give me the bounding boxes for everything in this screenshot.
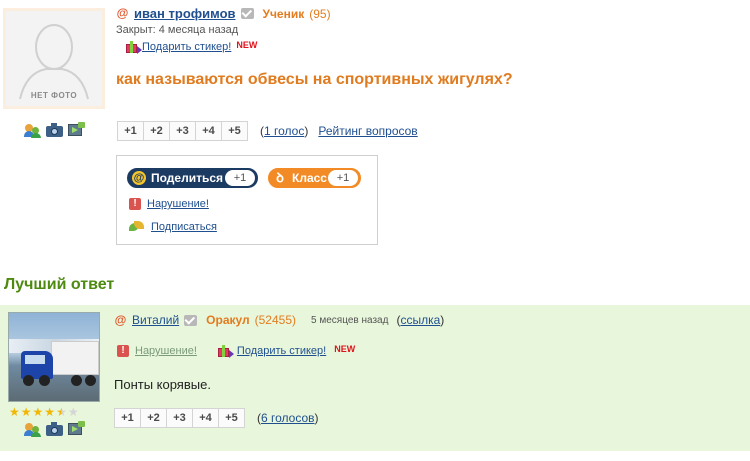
best-answer-heading: Лучший ответ <box>4 276 115 293</box>
gift-sticker: Подарить стикер! NEW <box>125 40 257 54</box>
question-vote-row: +1 +2 +3 +4 +5 (1 голос) Рейтинг вопросо… <box>117 121 418 141</box>
share-box: @ Поделиться +1 ꝺ Класс +1 ! Нарушение! … <box>116 155 378 245</box>
star-half-icon: ★ <box>56 405 67 419</box>
star-empty-icon: ★ <box>67 405 79 419</box>
at-icon: @ <box>114 312 127 327</box>
video-icon[interactable] <box>68 421 85 436</box>
odnoklassniki-icon: ꝺ <box>276 170 284 185</box>
vote-plus1-button[interactable]: +1 <box>114 408 141 428</box>
author-name[interactable]: иван трофимов <box>134 6 236 21</box>
rating-stars: ★ ★ ★ ★ ★ ★ <box>9 406 79 418</box>
answer-text: Понты корявые. <box>114 377 211 392</box>
users-icon[interactable] <box>24 420 41 437</box>
answer-author-rank: Оракул <box>206 313 250 327</box>
gift-icon[interactable] <box>217 344 234 358</box>
vote-plus1-button[interactable]: +1 <box>117 121 144 141</box>
vote-count-link[interactable]: 1 голос <box>264 124 304 138</box>
share-icon: @ <box>132 171 146 185</box>
answer-author-photo[interactable] <box>8 312 100 402</box>
camera-icon[interactable] <box>46 123 63 137</box>
star-icon: ★ <box>20 405 32 419</box>
question-author-line: @ иван трофимов Ученик (95) <box>116 6 331 21</box>
users-icon[interactable] <box>24 121 41 138</box>
class-count: +1 <box>328 170 358 186</box>
vote-plus3-button[interactable]: +3 <box>169 121 196 141</box>
vote-plus2-button[interactable]: +2 <box>140 408 167 428</box>
answer-gift-sticker-link[interactable]: Подарить стикер! <box>237 345 326 357</box>
vote-meta: (1 голос) Рейтинг вопросов <box>260 124 418 138</box>
mail-icon[interactable] <box>184 314 198 326</box>
author-rank: Ученик <box>262 6 305 21</box>
question-title: как называются обвесы на спортивных жигу… <box>116 71 513 88</box>
new-badge: NEW <box>236 40 258 50</box>
author-actions <box>24 121 85 138</box>
answer-link-wrapper: (ссылка) <box>396 313 445 327</box>
no-photo-label: НЕТ ФОТО <box>30 91 78 100</box>
share-button[interactable]: @ Поделиться +1 <box>127 168 258 188</box>
warning-icon: ! <box>117 345 129 357</box>
video-icon[interactable] <box>68 122 85 137</box>
class-button[interactable]: ꝺ Класс +1 <box>268 168 361 188</box>
answer-author-points: (52455) <box>254 313 297 327</box>
star-icon: ★ <box>32 405 44 419</box>
mail-icon[interactable] <box>240 8 254 19</box>
violation-link[interactable]: Нарушение! <box>147 198 209 210</box>
author-avatar[interactable]: НЕТ ФОТО <box>3 8 105 109</box>
vote-plus2-button[interactable]: +2 <box>143 121 170 141</box>
gift-sticker-link[interactable]: Подарить стикер! <box>142 41 231 53</box>
answer-vote-count-wrapper: (6 голосов) <box>257 411 319 425</box>
vote-plus5-button[interactable]: +5 <box>218 408 245 428</box>
subscribe-icon <box>129 221 145 233</box>
answer-vote-count-link[interactable]: 6 голосов <box>261 411 315 425</box>
star-icon: ★ <box>44 405 56 419</box>
at-icon: @ <box>116 6 129 20</box>
vote-plus5-button[interactable]: +5 <box>221 121 248 141</box>
subscribe-row: Подписаться <box>129 221 217 233</box>
answer-author-line: @ Виталий Оракул (52455) 5 месяцев назад… <box>114 312 445 327</box>
answer-time: 5 месяцев назад <box>311 314 389 326</box>
answer-vote-row: +1 +2 +3 +4 +5 (6 голосов) <box>114 408 319 428</box>
rating-link[interactable]: Рейтинг вопросов <box>318 124 417 138</box>
answer-author-name[interactable]: Виталий <box>132 313 179 327</box>
answer-link[interactable]: ссылка <box>400 313 440 327</box>
answer-actions: ! Нарушение! Подарить стикер! NEW <box>117 344 355 358</box>
answer-violation-link[interactable]: Нарушение! <box>135 345 197 357</box>
vote-plus3-button[interactable]: +3 <box>166 408 193 428</box>
violation-row: ! Нарушение! <box>129 198 209 210</box>
share-count: +1 <box>225 170 255 186</box>
subscribe-link[interactable]: Подписаться <box>151 221 217 233</box>
star-icon: ★ <box>9 405 20 419</box>
share-label: Поделиться <box>151 171 224 185</box>
vote-plus4-button[interactable]: +4 <box>195 121 222 141</box>
answer-author-actions <box>24 420 85 437</box>
gift-icon[interactable] <box>125 40 142 54</box>
new-badge: NEW <box>334 344 356 354</box>
vote-plus4-button[interactable]: +4 <box>192 408 219 428</box>
warning-icon: ! <box>129 198 141 210</box>
class-label: Класс <box>292 171 327 185</box>
closed-status: Закрыт: 4 месяца назад <box>116 24 239 36</box>
vote-count-wrapper: (1 голос) <box>260 124 309 138</box>
camera-icon[interactable] <box>46 422 63 436</box>
answer-vote-meta: (6 голосов) <box>257 411 319 425</box>
author-points: (95) <box>309 6 331 21</box>
